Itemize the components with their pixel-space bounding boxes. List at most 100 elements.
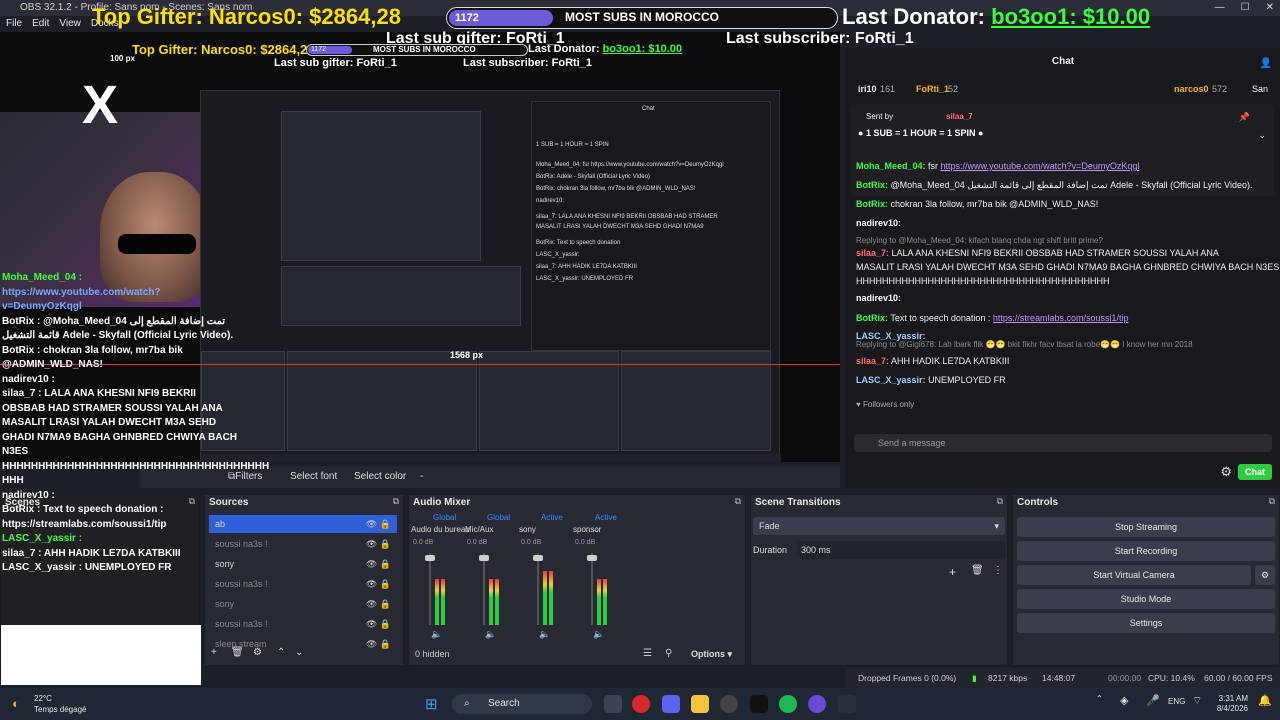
mute-icon[interactable]: 🔈 bbox=[431, 629, 442, 640]
mixer-link-icon[interactable]: ⚲ bbox=[665, 648, 672, 659]
app-icon[interactable] bbox=[808, 695, 826, 713]
weather-widget[interactable]: 22°C Temps dégagé bbox=[34, 693, 86, 715]
tray-app-icon[interactable]: ◈ bbox=[1120, 694, 1128, 707]
stop-streaming-button[interactable]: Stop Streaming bbox=[1017, 517, 1275, 537]
menu-view[interactable]: View bbox=[59, 16, 81, 32]
chat-input[interactable]: Send a message bbox=[854, 434, 1272, 452]
mixer-options-button[interactable]: Options ▾ bbox=[691, 649, 732, 660]
chat-link[interactable]: https://www.youtube.com/watch?v=DeumyOzK… bbox=[941, 161, 1140, 171]
duration-input[interactable]: 300 ms bbox=[797, 541, 1005, 559]
move-down-icon[interactable]: ⌄ bbox=[295, 647, 303, 658]
transitions-dock-icon[interactable]: ⧉ bbox=[997, 496, 1003, 507]
mixer-channel-name[interactable]: Mic/Aux bbox=[465, 525, 493, 534]
user-list-icon[interactable]: 👤 bbox=[1260, 58, 1272, 69]
transition-menu-icon[interactable]: ⋮ bbox=[993, 565, 1003, 576]
chat-username[interactable]: nadirev10: bbox=[856, 293, 901, 303]
mixer-layout-icon[interactable]: ☰ bbox=[643, 648, 652, 659]
source-properties-icon[interactable]: ⚙ bbox=[253, 647, 262, 658]
visibility-lock-icon[interactable]: 👁 🔒 bbox=[366, 615, 391, 633]
overlay-chat-line: Moha_Meed_04 : bbox=[2, 272, 83, 283]
maximize-icon[interactable]: ☐ bbox=[1241, 0, 1250, 16]
chat-username[interactable]: silaa_7: bbox=[856, 356, 889, 366]
add-transition-icon[interactable]: + bbox=[949, 565, 956, 579]
menu-file[interactable]: File bbox=[6, 16, 22, 32]
studio-mode-button[interactable]: Studio Mode bbox=[1017, 589, 1275, 609]
discord-icon[interactable] bbox=[662, 695, 680, 713]
minimize-icon[interactable]: — bbox=[1215, 0, 1225, 16]
source-item[interactable]: ab 👁 🔒 bbox=[209, 515, 397, 533]
select-color-button[interactable]: Select color bbox=[354, 466, 406, 488]
chat-username[interactable]: BotRix: bbox=[856, 313, 888, 323]
wifi-icon[interactable]: ⌔ bbox=[1192, 694, 1202, 708]
audio-mixer-dock-icon[interactable]: ⧉ bbox=[735, 496, 741, 507]
capcut-icon[interactable] bbox=[750, 695, 768, 713]
start-recording-button[interactable]: Start Recording bbox=[1017, 541, 1275, 561]
add-source-icon[interactable]: + bbox=[211, 647, 217, 658]
visibility-lock-icon[interactable]: 👁 🔒 bbox=[366, 575, 391, 593]
language-indicator[interactable]: ENG bbox=[1168, 697, 1185, 706]
visibility-lock-icon[interactable]: 👁 🔒 bbox=[366, 595, 391, 613]
chat-username[interactable]: LASC_X_yassir: bbox=[856, 375, 926, 385]
chevron-down-icon[interactable]: ⌄ bbox=[1258, 130, 1266, 141]
remove-transition-icon[interactable]: 🗑 bbox=[971, 565, 984, 576]
settings-button[interactable]: Settings bbox=[1017, 613, 1275, 633]
mixer-channel-name[interactable]: sponsor bbox=[573, 525, 601, 534]
volume-knob[interactable] bbox=[425, 555, 435, 561]
tray-chevron-icon[interactable]: ⌃ bbox=[1096, 694, 1103, 703]
mute-icon[interactable]: 🔈 bbox=[485, 629, 496, 640]
volume-knob[interactable] bbox=[533, 555, 543, 561]
notifications-icon[interactable]: 🔔 bbox=[1258, 694, 1272, 707]
source-item[interactable]: sony 👁 🔒 bbox=[209, 555, 397, 573]
mixer-channel-name[interactable]: sony bbox=[519, 525, 536, 534]
volume-slider[interactable] bbox=[537, 553, 539, 625]
spotify-icon[interactable] bbox=[779, 695, 797, 713]
move-up-icon[interactable]: ⌃ bbox=[277, 647, 285, 658]
chat-username[interactable]: Moha_Meed_04: bbox=[856, 161, 926, 171]
start-virtual-camera-button[interactable]: Start Virtual Camera bbox=[1017, 565, 1251, 585]
volume-slider[interactable] bbox=[429, 553, 431, 625]
volume-slider[interactable] bbox=[483, 553, 485, 625]
opera-icon[interactable] bbox=[632, 695, 650, 713]
source-item[interactable]: soussi na3s ! 👁 🔒 bbox=[209, 575, 397, 593]
virtual-camera-settings-icon[interactable]: ⚙ bbox=[1255, 565, 1275, 585]
taskbar-search[interactable]: ⌕ Search bbox=[452, 694, 592, 714]
source-item[interactable]: sony 👁 🔒 bbox=[209, 595, 397, 613]
visibility-lock-icon[interactable]: 👁 🔒 bbox=[366, 515, 391, 533]
mute-icon[interactable]: 🔈 bbox=[593, 629, 604, 640]
sources-dock-icon[interactable]: ⧉ bbox=[393, 496, 399, 507]
chat-link[interactable]: https://streamlabs.com/soussi1/tip bbox=[993, 313, 1129, 323]
mute-icon[interactable]: 🔈 bbox=[539, 629, 550, 640]
dropdown-arrow-icon: ▾ bbox=[994, 521, 999, 531]
mixer-channel-name[interactable]: Audio du bureau bbox=[411, 525, 470, 534]
clock[interactable]: 3:31 AM 8/4/2026 bbox=[1204, 694, 1248, 714]
remove-source-icon[interactable]: 🗑 bbox=[231, 647, 244, 658]
source-item[interactable]: soussi na3s ! 👁 🔒 bbox=[209, 535, 397, 553]
volume-knob[interactable] bbox=[587, 555, 597, 561]
chat-username[interactable]: BotRix: bbox=[856, 199, 888, 209]
microphone-icon[interactable]: 🎤 bbox=[1146, 694, 1160, 707]
volume-knob[interactable] bbox=[479, 555, 489, 561]
terminal-icon[interactable] bbox=[838, 695, 856, 713]
close-icon[interactable]: ✕ bbox=[1266, 0, 1274, 16]
pin-icon[interactable]: 📌 bbox=[1239, 112, 1250, 123]
chat-username[interactable]: BotRix: bbox=[856, 180, 888, 190]
transition-select[interactable]: Fade ▾ bbox=[753, 517, 1005, 535]
chat-username[interactable]: silaa_7: bbox=[856, 248, 889, 258]
obs-icon[interactable] bbox=[720, 695, 738, 713]
source-label: sony bbox=[215, 559, 235, 569]
visibility-lock-icon[interactable]: 👁 🔒 bbox=[366, 535, 391, 553]
windows-start-icon[interactable]: ⊞ bbox=[425, 695, 438, 713]
visibility-lock-icon[interactable]: 👁 🔒 bbox=[366, 555, 391, 573]
volume-slider[interactable] bbox=[591, 553, 593, 625]
overlay-chat-line: LASC_X_yassir : UNEMPLOYED FR bbox=[2, 562, 172, 573]
source-item[interactable]: soussi na3s ! 👁 🔒 bbox=[209, 615, 397, 633]
chat-username[interactable]: nadirev10: bbox=[856, 218, 901, 228]
select-font-button[interactable]: Select font bbox=[290, 466, 337, 488]
controls-dock-icon[interactable]: ⧉ bbox=[1269, 496, 1275, 507]
file-explorer-icon[interactable] bbox=[691, 695, 709, 713]
subs-label: MOST SUBS IN MOROCCO bbox=[565, 10, 720, 24]
menu-edit[interactable]: Edit bbox=[32, 16, 49, 32]
gear-icon[interactable]: ⚙ bbox=[1220, 464, 1232, 480]
task-view-icon[interactable] bbox=[604, 695, 622, 713]
chat-send-button[interactable]: Chat bbox=[1238, 464, 1272, 480]
